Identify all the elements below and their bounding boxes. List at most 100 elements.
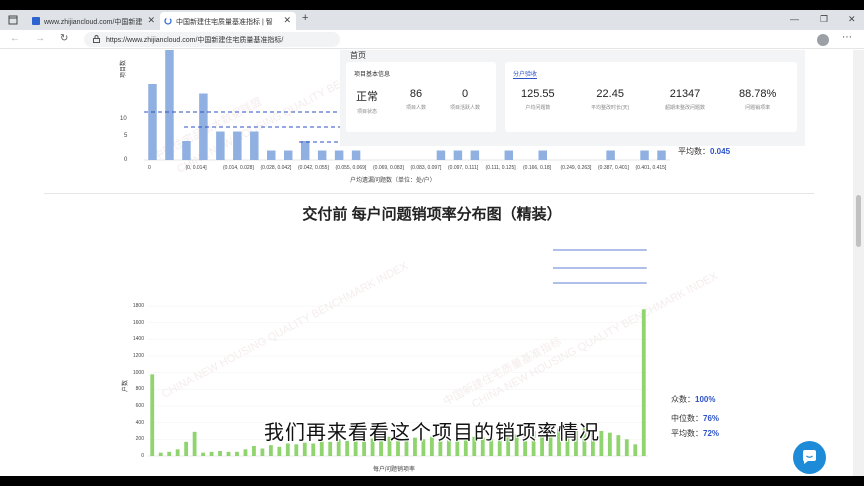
stat-value: 正常 [356, 91, 378, 103]
mode-label: 众数： [671, 395, 695, 404]
x-tick-label: (0, 0.014] [185, 165, 207, 171]
avg-annotation: 平均数：0.045 [678, 146, 730, 157]
x-axis-label: 每户问题销项率 [373, 467, 416, 473]
stat-label: 项目状态 [356, 109, 377, 115]
profile-avatar[interactable] [817, 34, 829, 46]
bar [334, 150, 344, 160]
y-axis-label: 户数 [123, 379, 129, 392]
bar [209, 451, 214, 456]
y-tick: 1600 [132, 319, 144, 326]
x-axis-label: 户均遗漏问题数（单位：处/户） [350, 178, 436, 184]
bar [158, 452, 163, 456]
maximize-button[interactable]: ❐ [820, 14, 828, 25]
bar [250, 131, 259, 160]
stat-value: 0 [461, 88, 469, 100]
y-tick: 5 [124, 133, 128, 139]
edge-favicon-icon [32, 17, 40, 25]
stat-value: 22.45 [596, 88, 624, 100]
project-info-card: 项目基本信息 正常项目状态 86 项目人数 0 项目活跃人数 [346, 62, 496, 132]
bar [226, 451, 231, 456]
mode-annotation: 众数：100% [671, 394, 715, 405]
close-tab-icon[interactable]: ✕ [283, 15, 291, 26]
bar [640, 150, 649, 160]
bar [436, 150, 446, 160]
stat-label: 平均整改时长(天) [591, 105, 630, 111]
y-tick: 600 [135, 403, 144, 409]
x-tick-label: (0.097, 0.111] [448, 165, 479, 171]
y-tick: 0 [141, 453, 144, 459]
back-button[interactable]: ← [10, 33, 20, 44]
x-tick-label: (0.166, 0.18] [523, 165, 552, 171]
x-tick-label: (0.028, 0.042] [260, 165, 292, 171]
address-bar-row: ← → ↻ https://www.zhijiancloud.com/中国新建住… [0, 30, 864, 49]
card-title: 项目基本信息 [354, 72, 391, 78]
popup-title: 首页 [350, 51, 366, 60]
bar [294, 444, 299, 456]
forward-button[interactable]: → [35, 33, 45, 44]
x-tick-label: (0.055, 0.069] [335, 165, 367, 171]
stat-label: 超期未整改问题数 [665, 105, 706, 111]
chat-button[interactable] [793, 441, 826, 474]
bar [243, 449, 248, 456]
avg-label: 平均数： [678, 147, 710, 156]
page-content: 中国住宅品质大数据联盟 CHINA NEW HOUSING QUALITY BE… [0, 50, 864, 476]
y-tick: 0 [124, 157, 128, 163]
stat-project-members: 86 项目人数 [406, 88, 426, 111]
tab-actions-icon[interactable] [8, 15, 18, 25]
stat-avg-fix-time: 22.45 平均整改时长(天) [591, 88, 629, 111]
stat-close-rate: 88.78% 问题销项率 [739, 88, 776, 111]
tab-title: www.zhijiancloud.com/中国新建 [44, 19, 143, 26]
stat-avg-issues: 125.55 户均问题数 [521, 88, 555, 111]
bar [277, 446, 282, 456]
bar [538, 150, 547, 160]
bar [633, 444, 638, 456]
bar [267, 150, 276, 160]
y-tick: 1000 [132, 369, 144, 376]
bar [216, 131, 225, 160]
more-menu-icon[interactable]: ⋯ [842, 32, 852, 43]
y-tick: 1800 [132, 303, 144, 309]
stat-label: 项目人数 [406, 105, 427, 111]
bar [470, 150, 480, 160]
bar [285, 443, 290, 456]
refresh-button[interactable]: ↻ [60, 33, 68, 44]
x-tick-label: (0.249, 0.263] [560, 165, 592, 171]
browser-window: www.zhijiancloud.com/中国新建 ✕ 中国新建住宅质量基准指标… [0, 10, 864, 476]
stat-value: 86 [409, 88, 423, 100]
page-scrollbar[interactable] [853, 50, 864, 476]
bar [283, 150, 293, 160]
x-tick-label: (0.042, 0.055] [298, 165, 329, 171]
acceptance-card: 分户验收 125.55 户均问题数 22.45 平均整改时长(天) 21347 超期未… [505, 62, 797, 132]
new-tab-button[interactable]: + [302, 12, 308, 24]
bar [311, 443, 316, 456]
bar [218, 451, 222, 456]
close-window-button[interactable]: ✕ [848, 14, 856, 25]
bar [175, 449, 180, 456]
y-axis-label: 项目数 [121, 59, 127, 78]
x-tick-label: (0.401, 0.415] [635, 165, 667, 171]
home-popup: 首页 项目基本信息 正常项目状态 86 项目人数 0 项目活跃人数 分户验收 125… [340, 50, 805, 146]
loading-favicon-icon [164, 17, 172, 25]
tab-acceptance[interactable]: 分户验收 [513, 69, 538, 79]
stat-active-members: 0 项目活跃人数 [450, 88, 480, 111]
tab-benchmark[interactable]: 中国新建住宅质量基准指标 | 智 ✕ [160, 12, 296, 30]
stat-label: 项目活跃人数 [450, 105, 481, 111]
x-tick-label: 0 [148, 165, 151, 171]
tab-zhijiancloud[interactable]: www.zhijiancloud.com/中国新建 ✕ [28, 12, 160, 30]
lock-icon [93, 35, 100, 43]
minimize-button[interactable]: — [790, 14, 799, 24]
bar [504, 150, 514, 160]
bar [317, 150, 327, 160]
bar [148, 84, 157, 160]
scrollbar-thumb[interactable] [856, 195, 861, 247]
bar [182, 141, 191, 160]
tab-title: 中国新建住宅质量基准指标 | 智 [176, 19, 273, 26]
video-subtitle: 我们再来看看这个项目的销项率情况 [264, 422, 600, 444]
bar [351, 150, 361, 160]
x-tick-label: (0.014, 0.028] [223, 165, 254, 171]
close-tab-icon[interactable]: ✕ [147, 15, 155, 26]
bar [235, 451, 239, 456]
stat-label: 户均问题数 [525, 105, 551, 111]
x-tick-label: (0.387, 0.401] [598, 165, 629, 171]
url-field[interactable]: https://www.zhijiancloud.com/中国新建住宅质量基准指… [84, 32, 340, 47]
